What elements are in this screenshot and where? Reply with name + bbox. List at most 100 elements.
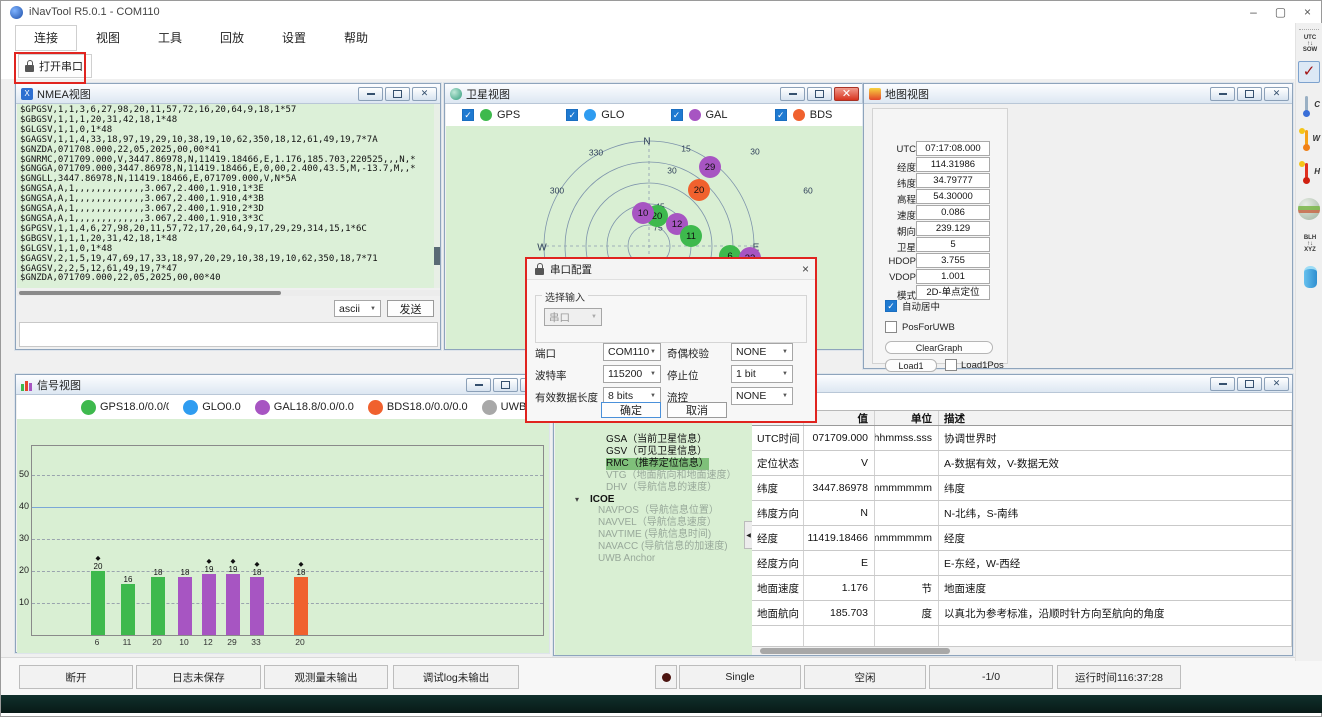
menu-item-3[interactable]: 工具	[139, 26, 201, 50]
blh-xyz-converter-icon[interactable]: BLH ↑↓ XYZ	[1298, 235, 1322, 253]
dialog-select-2[interactable]: NONE ▼	[731, 343, 793, 361]
table-row-7[interactable]: 地面速度 1.176 节地面速度	[752, 576, 1292, 601]
map-maximize-button[interactable]	[1237, 86, 1262, 101]
nmea-close-button[interactable]: ✕	[412, 86, 437, 101]
tree-item-11[interactable]: UWB Anchor	[598, 553, 655, 565]
glo-checkbox[interactable]: ✓	[566, 109, 579, 121]
tree-item-1[interactable]: GSA（当前卫星信息）	[606, 434, 707, 446]
system-toggle-gal[interactable]: ✓ GAL	[670, 109, 759, 121]
nmea-vertical-scrollbar[interactable]	[434, 104, 440, 288]
serial-dialog-titlebar[interactable]: 串口配置 ×	[527, 259, 815, 280]
menu-item-4[interactable]: 回放	[201, 26, 263, 50]
load1-button[interactable]: Load1	[885, 359, 937, 372]
tree-item-9[interactable]: NAVTIME (导航信息时间)	[598, 529, 711, 541]
signal-maximize-button[interactable]	[493, 377, 518, 392]
table-row-9[interactable]	[752, 626, 1292, 647]
menu-item-6[interactable]: 帮助	[325, 26, 387, 50]
tree-item-7[interactable]: NAVPOS（导航信息位置）	[598, 505, 719, 517]
satellite-dot-bds-20[interactable]: 20	[688, 179, 710, 201]
thermometer-c-icon[interactable]: C	[1298, 94, 1322, 118]
nmea-horizontal-scrollbar[interactable]	[17, 290, 440, 296]
scrollbar-thumb[interactable]	[760, 648, 950, 654]
close-button[interactable]: ×	[1294, 2, 1321, 22]
nmea-window-titlebar[interactable]: X NMEA视图 ✕	[16, 84, 440, 104]
clear-graph-button[interactable]: ClearGraph	[885, 341, 993, 354]
gal-checkbox[interactable]: ✓	[670, 109, 683, 121]
nmea-maximize-button[interactable]	[385, 86, 410, 101]
satellite-minimize-button[interactable]	[780, 86, 805, 101]
detail-close-button[interactable]: ✕	[1264, 376, 1289, 391]
confirm-check-icon[interactable]: ✓	[1298, 61, 1322, 83]
satellite-window-titlebar[interactable]: 卫星视图 ✕	[445, 84, 862, 104]
dialog-select-3[interactable]: 115200 ▼	[603, 365, 661, 383]
send-button[interactable]: 发送	[387, 300, 434, 317]
table-cell	[875, 551, 939, 575]
system-toggle-gps[interactable]: ✓ GPS	[462, 109, 550, 121]
tree-item-10[interactable]: NAVACC (导航信息的加速度)	[598, 541, 728, 553]
serial-dialog-close-icon[interactable]: ×	[802, 262, 809, 276]
table-row-5[interactable]: 经度11419.18466dddmm.mmmmmmm经度	[752, 526, 1292, 551]
tree-item-4[interactable]: VTG（地面航向和地面速度）	[606, 470, 737, 482]
thermometer-h-icon[interactable]: H	[1298, 161, 1322, 185]
table-row-3[interactable]: 纬度3447.86978ddmm.mmmmmmm纬度	[752, 476, 1292, 501]
satellite-dot-gal-29[interactable]: 29	[699, 156, 721, 178]
tree-item-2[interactable]: GSV（可见卫星信息）	[606, 446, 707, 458]
globe-icon[interactable]	[1298, 198, 1322, 220]
dialog-select-1[interactable]: COM110 ▼	[603, 343, 661, 361]
nmea-text-area[interactable]: $GPGSV,1,1,3,6,27,98,20,11,57,72,16,20,6…	[17, 104, 434, 288]
map-close-button[interactable]: ✕	[1264, 86, 1289, 101]
thermometer-w-icon[interactable]: W	[1298, 128, 1322, 152]
table-cell: E	[804, 551, 875, 575]
table-row-1[interactable]: UTC时间 071709.000 hhmmss.sss 协调世界时	[752, 426, 1292, 451]
satellite-close-button[interactable]: ✕	[834, 86, 859, 101]
menu-item-1[interactable]: 连接	[15, 25, 77, 51]
load1-pos-checkbox[interactable]: Load1Pos	[945, 359, 1004, 371]
bottom-dark-band	[1, 695, 1322, 713]
signal-minimize-button[interactable]	[466, 377, 491, 392]
detail-minimize-button[interactable]	[1210, 376, 1235, 391]
x-axis-label-2: 20	[152, 637, 162, 647]
utc-sow-converter-icon[interactable]: UTC ↑↓ SOW	[1298, 35, 1322, 53]
status-segment-4: 调试log未输出	[393, 665, 519, 689]
input-type-select[interactable]: 串口 ▼	[544, 308, 602, 326]
bar-value-label: 19	[228, 565, 238, 574]
table-horizontal-scrollbar[interactable]	[752, 647, 1292, 655]
dialog-select-4[interactable]: 1 bit ▼	[731, 365, 793, 383]
encoding-select[interactable]: ascii ▼	[334, 300, 381, 317]
satellite-maximize-button[interactable]	[807, 86, 832, 101]
detail-maximize-button[interactable]	[1237, 376, 1262, 391]
nmea-window-title: NMEA视图	[37, 88, 91, 101]
open-serial-button[interactable]: 打开串口	[18, 54, 92, 78]
system-toggle-glo[interactable]: ✓ GLO	[566, 109, 654, 121]
satellite-dot-gal-10[interactable]: 10	[632, 202, 654, 224]
dialog-cancel-button[interactable]: 取消	[667, 402, 727, 418]
tree-item-8[interactable]: NAVVEL（导航信息速度）	[598, 517, 717, 529]
table-row-8[interactable]: 地面航向 185.703 度以真北为参考标准，沿顺时针方向至航向的角度	[752, 601, 1292, 626]
maximize-button[interactable]: ▢	[1267, 2, 1294, 22]
send-input[interactable]	[19, 322, 438, 347]
gps-checkbox[interactable]: ✓	[462, 109, 474, 121]
dialog-ok-button[interactable]: 确定	[601, 402, 661, 418]
tree-item-3[interactable]: RMC（推荐定位信息）	[606, 458, 709, 470]
bds-checkbox[interactable]: ✓	[774, 109, 787, 121]
minimize-button[interactable]: –	[1240, 2, 1267, 22]
signal-window-titlebar[interactable]: 信号视图 ✕	[16, 375, 548, 395]
table-row-2[interactable]: 定位状态 V A-数据有效，V-数据无效	[752, 451, 1292, 476]
map-checkbox-2[interactable]: PosForUWB	[885, 321, 955, 333]
system-toggle-bds[interactable]: ✓ BDS	[774, 109, 863, 121]
table-row-4[interactable]: 纬度方向 N N-北纬，S-南纬	[752, 501, 1292, 526]
tree-chevron-icon[interactable]: ▾	[575, 494, 579, 506]
side-toolbar: UTC ↑↓ SOW ✓ C W H BLH ↑↓ XYZ	[1295, 23, 1322, 661]
satellite-dot-gps-11[interactable]: 11	[680, 225, 702, 247]
dialog-select-6[interactable]: NONE ▼	[731, 387, 793, 405]
map-window-titlebar[interactable]: 地图视图 ✕	[864, 84, 1292, 104]
map-checkbox-1[interactable]: ✓ 自动居中	[885, 299, 940, 313]
map-minimize-button[interactable]	[1210, 86, 1235, 101]
menu-item-2[interactable]: 视图	[77, 26, 139, 50]
nmea-minimize-button[interactable]	[358, 86, 383, 101]
cylinder-icon[interactable]	[1298, 266, 1322, 288]
legend-value: 0.0	[225, 401, 241, 413]
tree-item-5[interactable]: DHV（导航信息的速度）	[606, 482, 717, 494]
table-row-6[interactable]: 经度方向 E E-东经，W-西经	[752, 551, 1292, 576]
menu-item-5[interactable]: 设置	[263, 26, 325, 50]
